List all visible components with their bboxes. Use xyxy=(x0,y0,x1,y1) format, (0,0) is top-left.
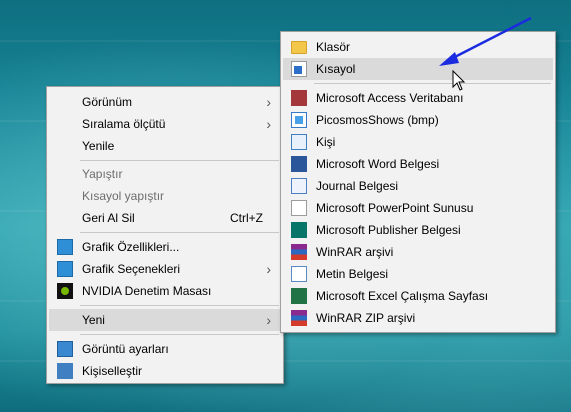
graphics-icon xyxy=(57,261,73,277)
menu-item-label: WinRAR ZIP arşivi xyxy=(316,311,416,325)
word-icon xyxy=(291,156,307,172)
annotation-arrow-icon xyxy=(439,16,532,66)
menu-item-label: Grafik Seçenekleri xyxy=(82,262,181,276)
menu-item-label: Grafik Özellikleri... xyxy=(82,240,180,254)
submenu-item-powerpoint[interactable]: Microsoft PowerPoint Sunusu xyxy=(283,197,553,219)
menu-item-label: Kısayol xyxy=(316,62,356,76)
menu-separator xyxy=(80,232,279,233)
menu-item-view[interactable]: Görünüm › xyxy=(49,91,281,113)
menu-item-label: PicosmosShows (bmp) xyxy=(316,113,439,127)
menu-item-label: Görüntü ayarları xyxy=(82,342,169,356)
powerpoint-icon xyxy=(291,200,307,216)
menu-separator xyxy=(80,334,279,335)
menu-item-graphics-properties[interactable]: Grafik Özellikleri... xyxy=(49,236,281,258)
display-settings-icon xyxy=(57,341,73,357)
shortcut-icon xyxy=(291,61,307,77)
shortcut-text: Ctrl+Z xyxy=(230,211,263,225)
menu-item-sort-by[interactable]: Sıralama ölçütü › xyxy=(49,113,281,135)
submenu-item-winrar-zip[interactable]: WinRAR ZIP arşivi xyxy=(283,307,553,329)
menu-item-label: Microsoft Publisher Belgesi xyxy=(316,223,461,237)
submenu-item-text-document[interactable]: Metin Belgesi xyxy=(283,263,553,285)
submenu-item-contact[interactable]: Kişi xyxy=(283,131,553,153)
chevron-right-icon: › xyxy=(266,312,271,328)
mouse-cursor-icon xyxy=(452,70,466,91)
submenu-item-winrar[interactable]: WinRAR arşivi xyxy=(283,241,553,263)
menu-item-graphics-options[interactable]: Grafik Seçenekleri › xyxy=(49,258,281,280)
menu-item-label: NVIDIA Denetim Masası xyxy=(82,284,212,298)
folder-icon xyxy=(291,41,307,54)
winrar-icon xyxy=(291,244,307,260)
submenu-item-bitmap[interactable]: PicosmosShows (bmp) xyxy=(283,109,553,131)
menu-item-personalize[interactable]: Kişiselleştir xyxy=(49,360,281,382)
menu-item-label: Yapıştır xyxy=(82,167,123,181)
submenu-item-word[interactable]: Microsoft Word Belgesi xyxy=(283,153,553,175)
nvidia-icon xyxy=(57,283,73,299)
publisher-icon xyxy=(291,222,307,238)
menu-item-label: Klasör xyxy=(316,40,351,54)
chevron-right-icon: › xyxy=(266,94,271,110)
text-document-icon xyxy=(291,266,307,282)
new-submenu: Klasör Kısayol Microsoft Access Veritaba… xyxy=(280,31,556,333)
menu-item-paste-shortcut: Kısayol yapıştır xyxy=(49,185,281,207)
submenu-item-excel[interactable]: Microsoft Excel Çalışma Sayfası xyxy=(283,285,553,307)
menu-item-label: Metin Belgesi xyxy=(316,267,389,281)
menu-item-label: Kişi xyxy=(316,135,336,149)
menu-item-label: Yenile xyxy=(82,139,115,153)
menu-item-label: Kısayol yapıştır xyxy=(82,189,165,203)
menu-item-label: WinRAR arşivi xyxy=(316,245,394,259)
menu-item-label: Microsoft Word Belgesi xyxy=(316,157,440,171)
chevron-right-icon: › xyxy=(266,116,271,132)
submenu-item-journal[interactable]: Journal Belgesi xyxy=(283,175,553,197)
menu-item-label: Microsoft Excel Çalışma Sayfası xyxy=(316,289,489,303)
menu-item-label: Microsoft Access Veritabanı xyxy=(316,91,464,105)
graphics-icon xyxy=(57,239,73,255)
menu-item-display-settings[interactable]: Görüntü ayarları xyxy=(49,338,281,360)
submenu-item-publisher[interactable]: Microsoft Publisher Belgesi xyxy=(283,219,553,241)
menu-item-label: Yeni xyxy=(82,313,105,327)
journal-icon xyxy=(291,178,307,194)
excel-icon xyxy=(291,288,307,304)
menu-separator xyxy=(80,160,279,161)
menu-item-new[interactable]: Yeni › xyxy=(49,309,281,331)
chevron-right-icon: › xyxy=(266,261,271,277)
menu-separator xyxy=(314,83,551,84)
menu-item-undo-delete[interactable]: Geri Al Sil Ctrl+Z xyxy=(49,207,281,229)
access-icon xyxy=(291,90,307,106)
menu-item-label: Kişiselleştir xyxy=(82,364,143,378)
contact-icon xyxy=(291,134,307,150)
menu-separator xyxy=(80,305,279,306)
menu-item-nvidia-control-panel[interactable]: NVIDIA Denetim Masası xyxy=(49,280,281,302)
menu-item-label: Görünüm xyxy=(82,95,133,109)
menu-item-label: Sıralama ölçütü xyxy=(82,117,166,131)
winrar-zip-icon xyxy=(291,310,307,326)
menu-item-label: Journal Belgesi xyxy=(316,179,399,193)
desktop-context-menu: Görünüm › Sıralama ölçütü › Yenile Yapış… xyxy=(46,86,284,384)
personalize-icon xyxy=(57,363,73,379)
submenu-item-access[interactable]: Microsoft Access Veritabanı xyxy=(283,87,553,109)
menu-item-label: Microsoft PowerPoint Sunusu xyxy=(316,201,474,215)
menu-item-refresh[interactable]: Yenile xyxy=(49,135,281,157)
menu-item-label: Geri Al Sil xyxy=(82,211,135,225)
menu-item-paste: Yapıştır xyxy=(49,163,281,185)
bitmap-icon xyxy=(291,112,307,128)
